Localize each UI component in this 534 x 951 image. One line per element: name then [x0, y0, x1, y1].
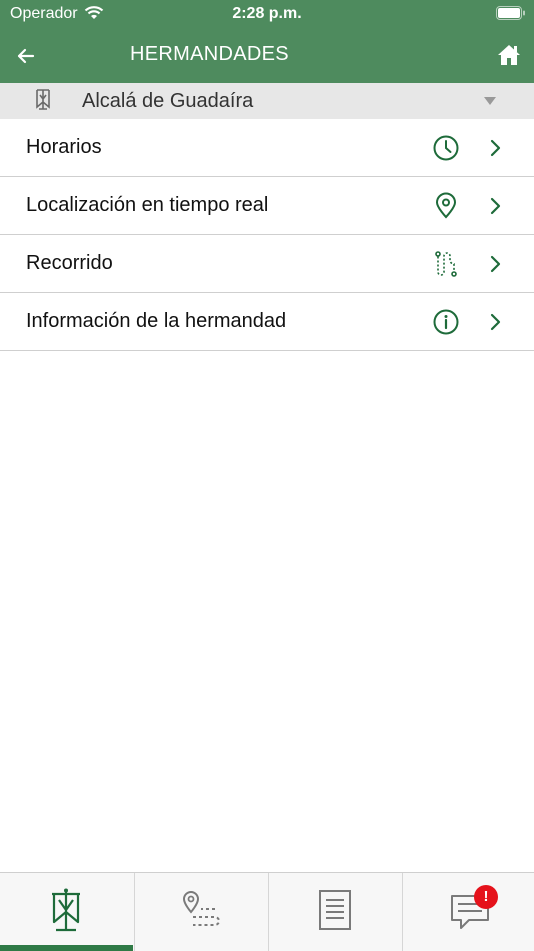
menu-item-label: Recorrido: [26, 252, 113, 274]
app-header: Operador 2:28 p.m. HERMANDADES: [0, 0, 534, 83]
dropdown-arrow-icon[interactable]: [484, 97, 496, 105]
tab-mensajes[interactable]: [402, 873, 534, 951]
status-bar: Operador 2:28 p.m.: [0, 0, 534, 28]
route-icon: [435, 251, 457, 277]
chevron-right-icon: [490, 313, 501, 331]
tab-bar: [0, 872, 534, 951]
nav-bar: HERMANDADES: [0, 28, 534, 83]
chevron-right-icon: [490, 139, 501, 157]
menu-list: Horarios Localización en tiempo real Rec…: [0, 119, 534, 351]
chevron-right-icon: [490, 197, 501, 215]
menu-item-recorrido[interactable]: Recorrido: [0, 235, 534, 293]
menu-item-label: Localización en tiempo real: [26, 194, 269, 216]
brotherhood-banner-icon: [52, 888, 80, 932]
location-pin-icon: [435, 192, 457, 219]
info-icon: [433, 309, 459, 335]
menu-item-localizacion[interactable]: Localización en tiempo real: [0, 177, 534, 235]
city-selector[interactable]: Alcalá de Guadaíra: [0, 83, 534, 119]
brotherhood-banner-icon: [36, 89, 50, 110]
menu-item-label: Información de la hermandad: [26, 310, 287, 332]
battery-icon: [496, 6, 525, 20]
clock-icon: [433, 135, 459, 161]
document-icon: [319, 890, 351, 930]
status-time: 2:28 p.m.: [232, 5, 302, 22]
route-map-icon: [182, 891, 220, 926]
selected-city: Alcalá de Guadaíra: [82, 90, 254, 112]
menu-item-informacion[interactable]: Información de la hermandad: [0, 293, 534, 351]
page-title: HERMANDADES: [130, 43, 289, 65]
menu-item-horarios[interactable]: Horarios: [0, 119, 534, 177]
notification-badge: !: [474, 885, 498, 909]
tab-documentos[interactable]: [268, 873, 402, 951]
back-arrow-icon[interactable]: [12, 42, 40, 70]
home-icon[interactable]: [496, 42, 522, 68]
tab-hermandades[interactable]: [0, 873, 133, 951]
menu-item-label: Horarios: [26, 136, 102, 158]
tab-recorridos[interactable]: [134, 873, 268, 951]
chevron-right-icon: [490, 255, 501, 273]
